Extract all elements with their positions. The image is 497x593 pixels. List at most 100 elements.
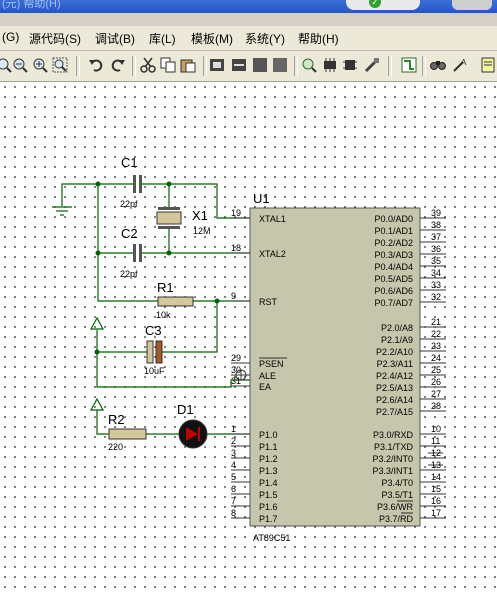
u1-pin-number: 24: [431, 353, 441, 363]
u1-pin-number: 2: [231, 436, 236, 446]
u1-pin-number: 19: [231, 208, 241, 218]
menu-template[interactable]: 模板(M): [191, 30, 233, 47]
ground-symbol: [52, 206, 72, 216]
make-device-icon[interactable]: [322, 57, 338, 73]
zoom-area-icon[interactable]: [32, 57, 48, 73]
u1-pin-number: 25: [431, 365, 441, 375]
u1-pin-label: P0.0/AD0: [374, 214, 413, 224]
cut-icon[interactable]: [140, 57, 156, 73]
packaging-icon[interactable]: [342, 57, 358, 73]
zoom-out-icon[interactable]: [12, 57, 28, 73]
menu-help[interactable]: 帮助(H): [298, 30, 339, 47]
schematic-svg: C1 22pf C2 22pf X1 12M R1 10k C3 10uF R2…: [52, 155, 446, 543]
wire-autorouter-icon[interactable]: [401, 57, 417, 73]
paste-icon[interactable]: [180, 57, 196, 73]
resistor-r1[interactable]: R1 10k: [156, 280, 194, 320]
zoom-all-icon[interactable]: [52, 57, 68, 73]
menu-item-g[interactable]: (G): [2, 30, 19, 44]
copy-icon[interactable]: [160, 57, 176, 73]
u1-pin-label: P1.4: [259, 478, 278, 488]
property-assignment-icon[interactable]: A: [452, 57, 468, 73]
u1-pin-label: PSEN: [259, 359, 284, 369]
u1-pin-label: P1.2: [259, 454, 278, 464]
u1-pin-number: 39: [431, 208, 441, 218]
d1-ref: D1: [177, 402, 194, 417]
u1-pin-label: P2.2/A10: [376, 347, 413, 357]
u1-pin-label: P1.3: [259, 466, 278, 476]
wire: [162, 301, 218, 353]
u1-pin-label: P0.5/AD5: [374, 274, 413, 284]
u1-pin-number: 8: [231, 508, 236, 518]
u1-pin-label: P0.6/AD6: [374, 286, 413, 296]
u1-pin-number: 22: [431, 329, 441, 339]
u1-pin-number: 18: [231, 243, 241, 253]
menu-library[interactable]: 库(L): [149, 30, 176, 47]
block-move-icon[interactable]: [231, 57, 247, 73]
u1-pin-label: P1.1: [259, 442, 278, 452]
u1-part: AT89C51: [253, 533, 290, 543]
u1-pin-label: P0.4/AD4: [374, 262, 413, 272]
junction-dot: [166, 250, 172, 256]
window-title-bar: (元) 帮助(H) ✓: [0, 0, 497, 13]
block-rotate-icon[interactable]: [252, 57, 268, 73]
u1-pin-number: 1: [231, 424, 236, 434]
u1-pin-number: 4: [231, 460, 236, 470]
crystal-x1[interactable]: X1 12M: [156, 207, 211, 236]
capacitor-c3[interactable]: C3 10uF: [144, 323, 165, 376]
u1-pin-label: P3.6/WR: [377, 502, 414, 512]
u1-pin-label: P3.4/T0: [381, 478, 413, 488]
u1-pin-label: P2.4/A12: [376, 371, 413, 381]
title-caption-button[interactable]: [346, 0, 420, 10]
u1-pin-label: P1.7: [259, 514, 278, 524]
junction-dot: [95, 250, 101, 256]
capacitor-c1[interactable]: C1 22pf: [120, 155, 142, 209]
zoom-in-icon[interactable]: [0, 57, 12, 73]
u1-pin-number: 23: [431, 341, 441, 351]
u1-pin-number: 21: [431, 317, 441, 327]
u1-pin-label: P1.0: [259, 430, 278, 440]
u1-pin-number: 3: [231, 448, 236, 458]
u1-pin-number: 38: [431, 220, 441, 230]
u1-pin-number: 16: [431, 496, 441, 506]
undo-icon[interactable]: [88, 57, 104, 73]
svg-text:A: A: [461, 58, 467, 67]
window-control-button[interactable]: [452, 0, 492, 10]
wire: [96, 352, 250, 388]
u1-pin-number: 13: [431, 460, 441, 470]
u1-pin-label: P2.1/A9: [381, 335, 413, 345]
c2-value: 22pf: [120, 269, 138, 279]
c2-ref: C2: [121, 226, 138, 241]
u1-pin-number: 15: [431, 484, 441, 494]
menu-source[interactable]: 源代码(S): [29, 30, 81, 47]
pick-device-icon[interactable]: [301, 57, 317, 73]
r1-ref: R1: [157, 280, 174, 295]
new-sheet-icon[interactable]: [480, 57, 496, 73]
menu-debug[interactable]: 调试(B): [95, 30, 135, 47]
u1-pin-number: 9: [231, 291, 236, 301]
search-tag-icon[interactable]: [430, 57, 446, 73]
u1-pin-label: P2.0/A8: [381, 323, 413, 333]
power-terminal: [89, 397, 105, 411]
u1-pin-label: P3.1/TXD: [374, 442, 414, 452]
u1-pin-label: P1.6: [259, 502, 278, 512]
redo-icon[interactable]: [110, 57, 126, 73]
u1-pin-number: 29: [231, 353, 241, 363]
u1-pin-label: P0.1/AD1: [374, 226, 413, 236]
u1-pin-number: 6: [231, 484, 236, 494]
resistor-r2[interactable]: R2 220: [108, 412, 147, 452]
block-copy-icon[interactable]: [209, 57, 225, 73]
menu-system[interactable]: 系统(Y): [245, 30, 285, 47]
block-delete-icon[interactable]: [272, 57, 288, 73]
u1-pin-label: P2.7/A15: [376, 407, 413, 417]
u1-pin-label: P0.3/AD3: [374, 250, 413, 260]
schematic-canvas[interactable]: C1 22pf C2 22pf X1 12M R1 10k C3 10uF R2…: [0, 82, 497, 593]
menu-bar: (G) 源代码(S) 调试(B) 库(L) 模板(M) 系统(Y) 帮助(H): [0, 26, 497, 51]
u1-pin-number: 36: [431, 244, 441, 254]
decompose-icon[interactable]: [364, 57, 380, 73]
toolbar-separator: [422, 56, 426, 76]
u1-pin-label: P2.6/A14: [376, 395, 413, 405]
led-d1[interactable]: D1: [177, 402, 208, 449]
u1-pin-number: 32: [431, 292, 441, 302]
u1-pin-label: P3.3/INT1: [372, 466, 413, 476]
u1-pin-number: 37: [431, 232, 441, 242]
